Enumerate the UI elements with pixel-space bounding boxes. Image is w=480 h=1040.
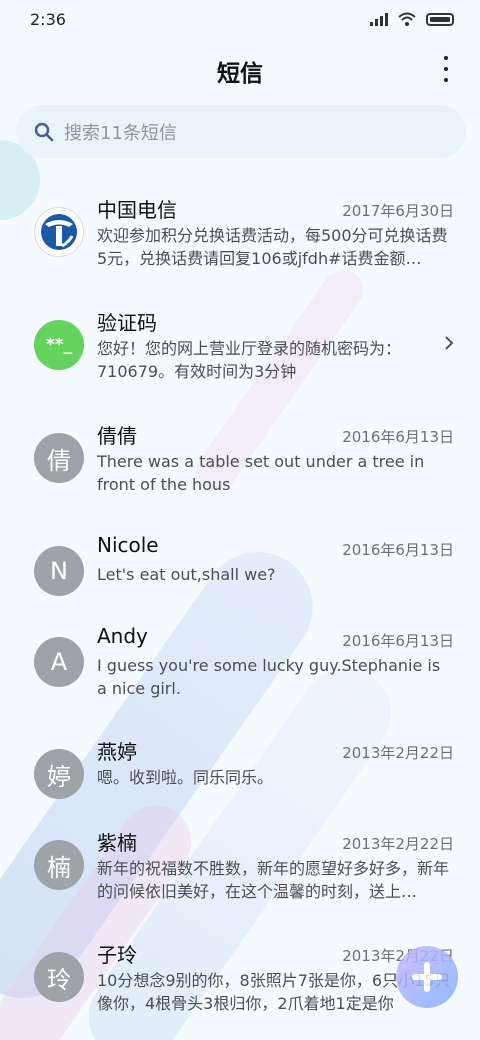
message-date: 2016年6月13日 — [342, 632, 454, 650]
message-date: 2013年2月22日 — [342, 835, 454, 853]
list-item[interactable]: A Andy 2016年6月13日 I guess you're some lu… — [0, 610, 480, 715]
status-bar: 2:36 — [0, 0, 480, 40]
avatar: 玲 — [34, 952, 84, 1002]
message-date: 2017年6月30日 — [342, 202, 454, 220]
contact-name: 验证码 — [97, 311, 157, 335]
search-icon — [34, 122, 54, 141]
message-preview: 新年的祝福数不胜数，新年的愿望好多好多，新年的问候依旧美好，在这个温馨的时刻，送… — [97, 859, 450, 901]
contact-name: 燕婷 — [97, 740, 137, 764]
more-options-icon[interactable] — [440, 56, 452, 82]
avatar: 楠 — [34, 840, 84, 890]
china-telecom-logo-icon — [34, 207, 84, 257]
avatar: **_ — [34, 320, 84, 370]
list-item[interactable]: 中国电信 2017年6月30日 欢迎参加积分兑换话费活动，每500分可兑换话费5… — [0, 180, 480, 285]
message-preview: 欢迎参加积分兑换话费活动，每500分可兑换话费5元，兑换话费请回复106或jfd… — [97, 226, 448, 268]
new-message-button[interactable] — [396, 946, 458, 1008]
plus-icon — [412, 962, 442, 992]
list-item[interactable]: 婷 燕婷 2013年2月22日 嗯。收到啦。同乐同乐。 — [0, 722, 480, 827]
message-preview: 嗯。收到啦。同乐同乐。 — [97, 768, 274, 787]
page-title: 短信 — [217, 61, 263, 87]
header: 短信 — [0, 50, 480, 90]
search-placeholder: 搜索11条短信 — [64, 122, 177, 144]
list-item[interactable]: **_ 验证码 您好！您的网上营业厅登录的随机密码为：710679。有效时间为3… — [0, 293, 480, 398]
avatar: 倩 — [34, 433, 84, 483]
contact-name: Andy — [97, 624, 148, 648]
message-date: 2016年6月13日 — [342, 428, 454, 446]
message-preview: I guess you're some lucky guy.Stephanie … — [97, 656, 441, 698]
signal-icon — [370, 12, 388, 26]
contact-name: 中国电信 — [97, 198, 177, 222]
contact-name: 倩倩 — [97, 424, 137, 448]
chevron-right-icon[interactable] — [444, 335, 454, 351]
message-preview: 您好！您的网上营业厅登录的随机密码为：710679。有效时间为3分钟 — [97, 339, 402, 381]
list-item[interactable]: 倩 倩倩 2016年6月13日 There was a table set ou… — [0, 406, 480, 511]
avatar: 婷 — [34, 749, 84, 799]
message-date: 2016年6月13日 — [342, 541, 454, 559]
avatar: A — [34, 637, 84, 687]
status-time: 2:36 — [30, 10, 66, 29]
contact-name: 子玲 — [97, 943, 137, 967]
contact-name: Nicole — [97, 533, 159, 557]
message-preview: Let's eat out,shall we? — [97, 565, 276, 584]
search-input[interactable]: 搜索11条短信 — [16, 105, 466, 158]
avatar: N — [34, 546, 84, 596]
message-date: 2013年2月22日 — [342, 744, 454, 762]
battery-icon — [426, 12, 454, 26]
contact-name: 紫楠 — [97, 831, 137, 855]
wifi-icon — [398, 12, 416, 26]
message-preview: There was a table set out under a tree i… — [97, 452, 425, 494]
list-item[interactable]: N Nicole 2016年6月13日 Let's eat out,shall … — [0, 519, 480, 624]
list-item[interactable]: 楠 紫楠 2013年2月22日 新年的祝福数不胜数，新年的愿望好多好多，新年的问… — [0, 813, 480, 918]
